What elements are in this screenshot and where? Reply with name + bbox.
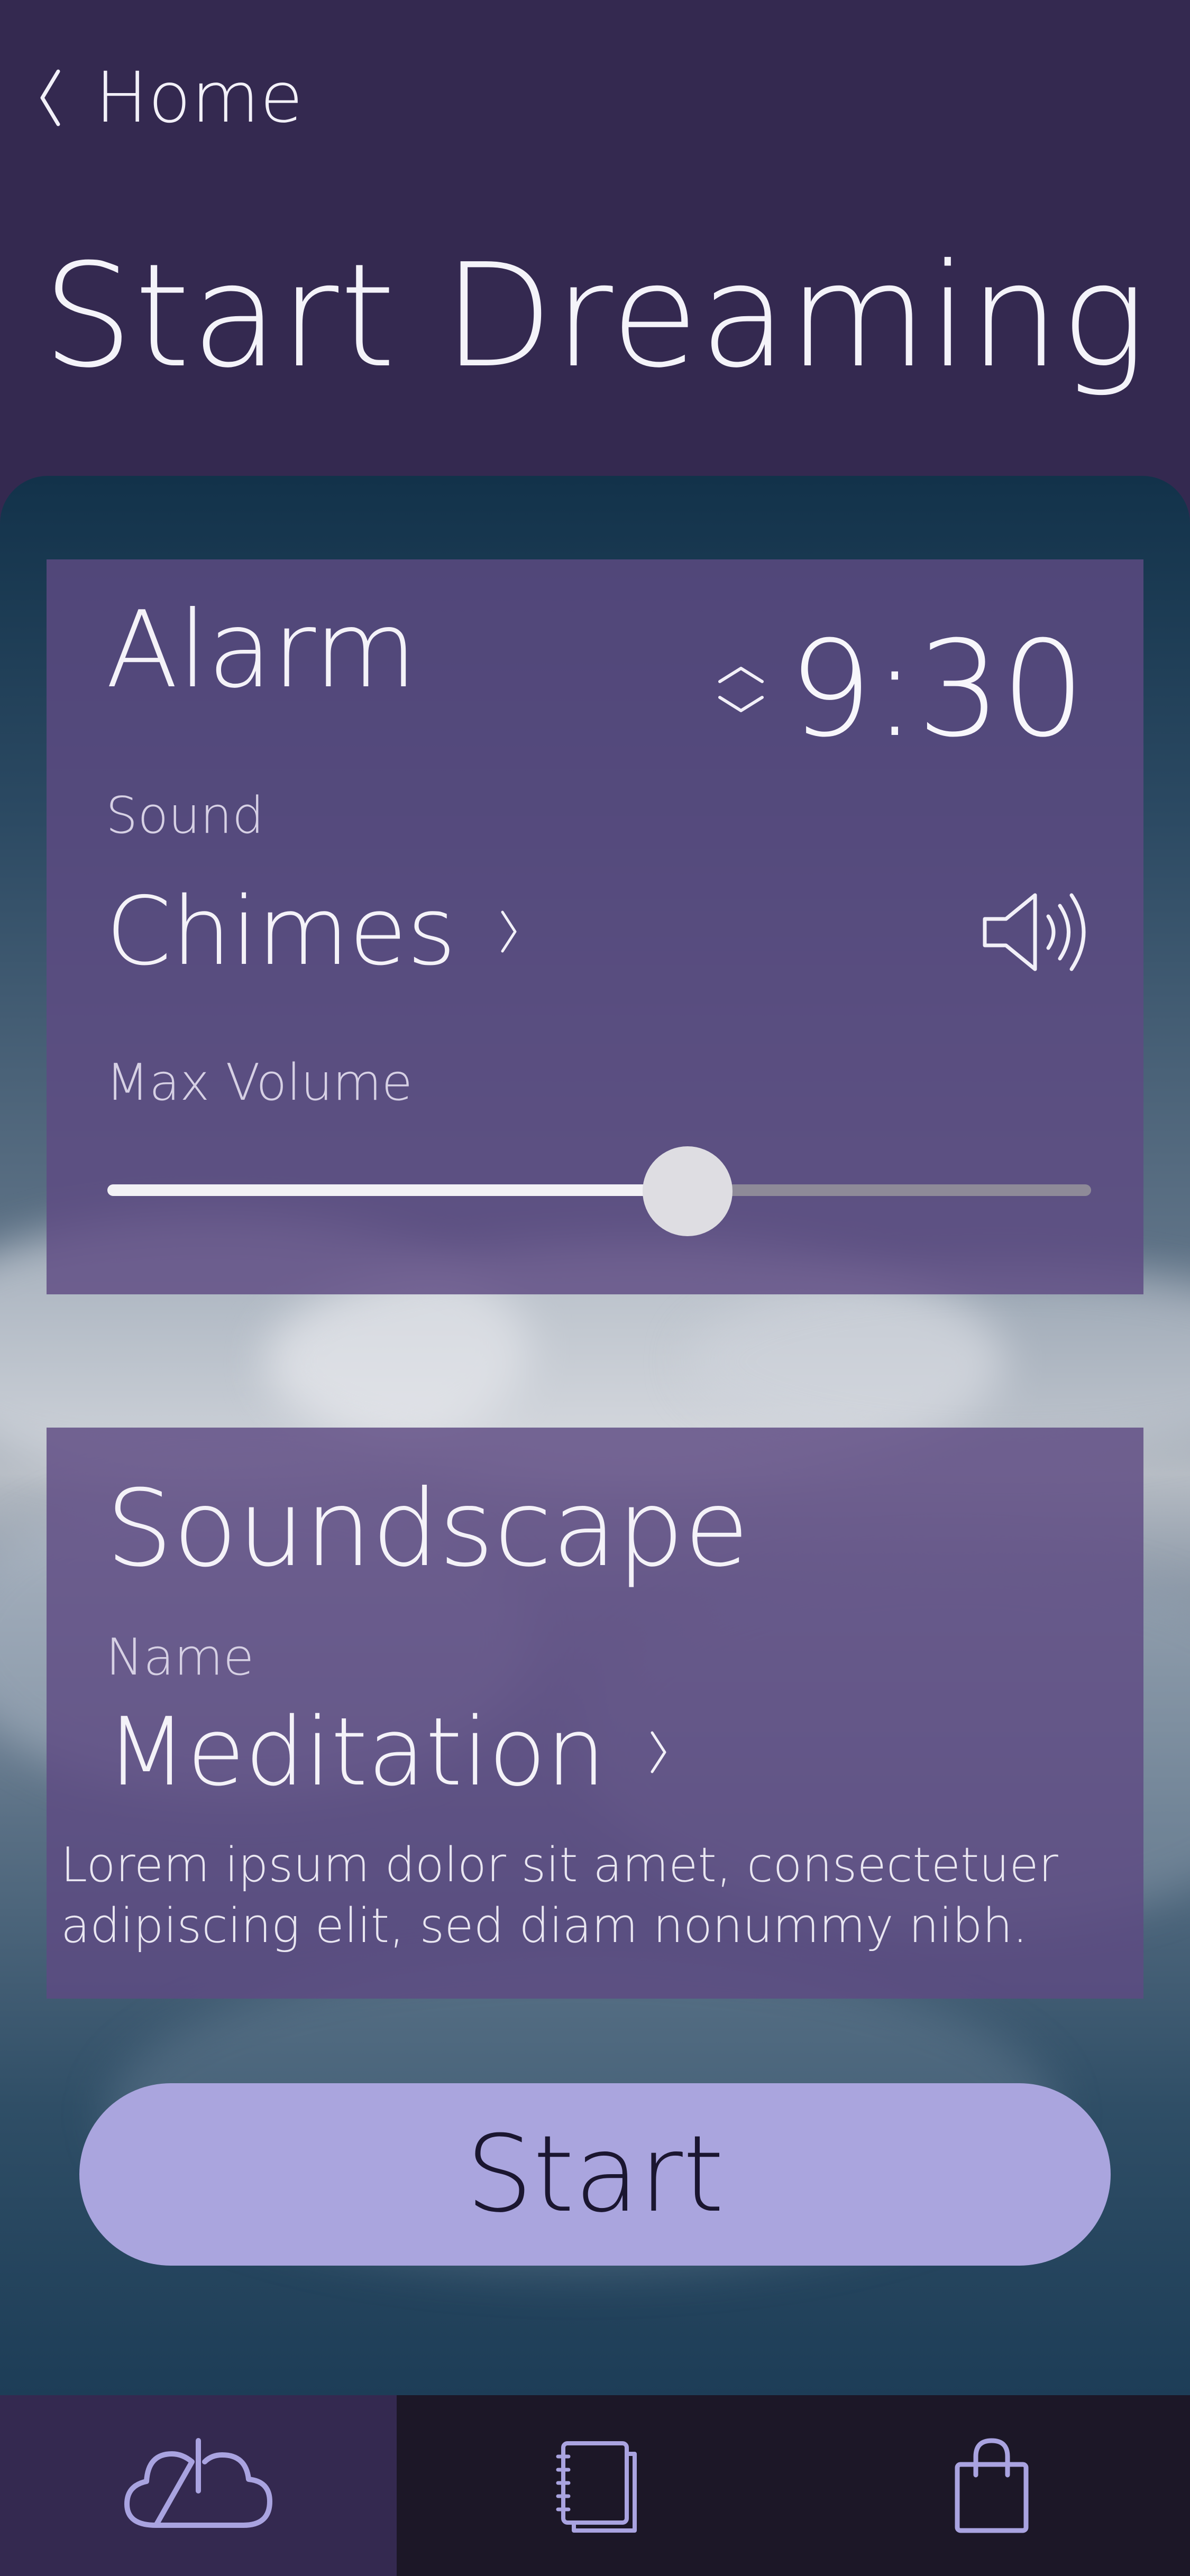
shopping-bag-icon (955, 2438, 1029, 2533)
alarm-time-picker[interactable]: 9:30 (715, 612, 1085, 766)
page-title: Start Dreaming (42, 233, 1148, 399)
chevron-left-icon (40, 69, 60, 126)
soundscape-heading: Soundscape (106, 1467, 749, 1590)
volume-slider-thumb[interactable] (643, 1146, 733, 1236)
sound-label: Sound (106, 787, 264, 845)
start-button[interactable]: Start (79, 2083, 1111, 2266)
start-label: Start (465, 2113, 725, 2236)
header: Home Start Dreaming (0, 0, 1190, 476)
sound-value: Chimes (106, 877, 456, 986)
soundscape-value: Meditation (106, 1697, 606, 1807)
cloud-power-icon (124, 2438, 272, 2528)
chevron-up-down-icon (718, 666, 764, 712)
tab-bar (0, 2395, 1190, 2576)
back-button[interactable]: Home (37, 56, 304, 140)
notebook-icon (556, 2441, 637, 2533)
volume-slider[interactable] (107, 1146, 1091, 1236)
tab-journal[interactable] (397, 2395, 793, 2576)
soundscape-selector[interactable]: Meditation (106, 1697, 669, 1807)
soundscape-description: Lorem ipsum dolor sit amet, consectetuer… (61, 1837, 1058, 1954)
tab-shop[interactable] (793, 2395, 1190, 2576)
tab-sleep[interactable] (0, 2395, 397, 2576)
chevron-right-icon (651, 1731, 666, 1773)
name-label: Name (106, 1629, 254, 1687)
chevron-right-icon (501, 910, 517, 952)
speaker-icon[interactable] (980, 887, 1091, 977)
volume-slider-fill (107, 1184, 688, 1196)
volume-label: Max Volume (106, 1054, 413, 1112)
alarm-time: 9:30 (788, 612, 1085, 766)
back-label: Home (95, 57, 304, 139)
alarm-heading: Alarm (106, 588, 417, 712)
sound-selector[interactable]: Chimes (106, 877, 519, 986)
alarm-card: Alarm 9:30 Sound Chimes Max Volume (47, 559, 1143, 1294)
